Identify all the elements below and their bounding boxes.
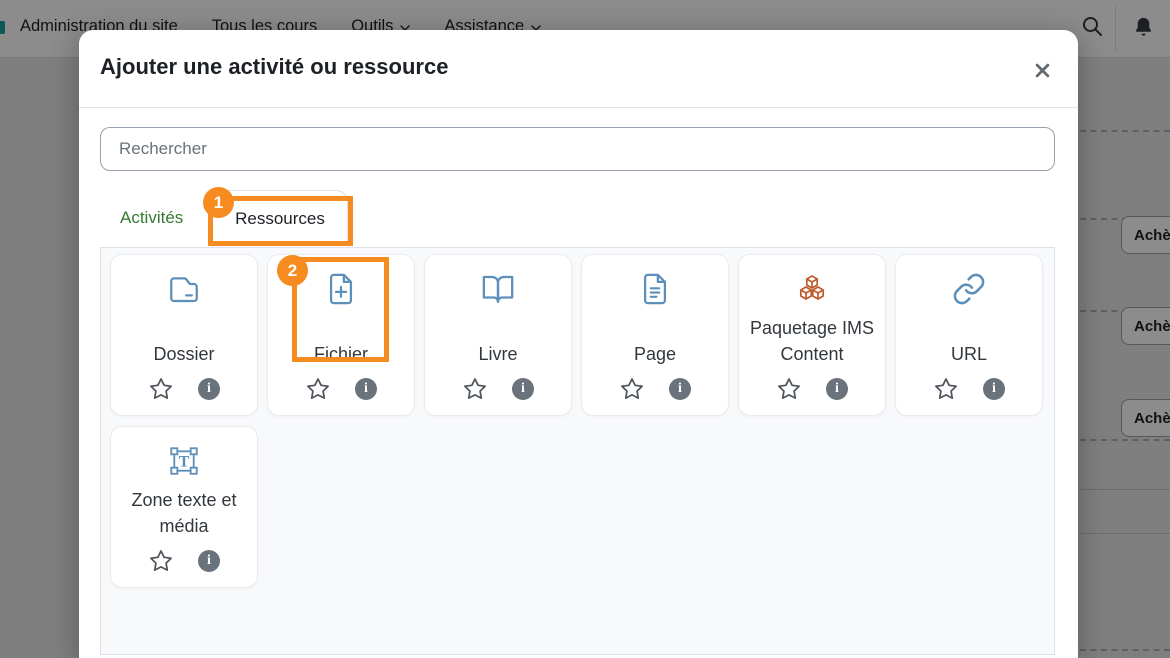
resource-card-url[interactable]: URL i — [895, 254, 1043, 416]
step1-badge: 1 — [203, 187, 234, 218]
close-icon[interactable] — [1030, 58, 1054, 82]
text-media-icon — [167, 443, 201, 479]
info-icon[interactable]: i — [198, 378, 220, 400]
resource-card-label: Fichier — [313, 344, 368, 364]
page-icon — [638, 271, 672, 307]
info-icon[interactable]: i — [669, 378, 691, 400]
modal-title: Ajouter une activité ou ressource — [100, 54, 449, 79]
cubes-icon — [795, 271, 829, 307]
tab-activites[interactable]: Activités — [120, 198, 183, 238]
folder-icon — [167, 271, 201, 307]
resource-card-page[interactable]: Page i — [581, 254, 729, 416]
info-icon[interactable]: i — [826, 378, 848, 400]
resource-card-zone-texte-et-m-dia[interactable]: Zone texte et média i — [110, 426, 258, 588]
resource-card-label: Dossier — [153, 344, 215, 364]
favorite-star-icon[interactable] — [305, 376, 331, 402]
favorite-star-icon[interactable] — [148, 548, 174, 574]
info-icon[interactable]: i — [983, 378, 1005, 400]
info-icon[interactable]: i — [512, 378, 534, 400]
resource-card-livre[interactable]: Livre i — [424, 254, 572, 416]
resource-card-label: Paquetage IMS Content — [749, 318, 875, 364]
file-plus-icon — [324, 271, 358, 307]
favorite-star-icon[interactable] — [462, 376, 488, 402]
header-divider — [79, 107, 1078, 108]
resource-card-label: URL — [950, 344, 987, 364]
favorite-star-icon[interactable] — [148, 376, 174, 402]
resource-card-label: Zone texte et média — [131, 490, 237, 536]
info-icon[interactable]: i — [355, 378, 377, 400]
search-input[interactable] — [100, 127, 1055, 171]
book-icon — [481, 271, 515, 307]
resource-card-label: Page — [633, 344, 677, 364]
resources-panel: Dossier i Fichier i Livre i Page i Paque… — [100, 247, 1055, 655]
favorite-star-icon[interactable] — [933, 376, 959, 402]
resource-card-paquetage-ims-content[interactable]: Paquetage IMS Content i — [738, 254, 886, 416]
resource-card-label: Livre — [478, 344, 518, 364]
favorite-star-icon[interactable] — [776, 376, 802, 402]
step2-badge: 2 — [277, 255, 308, 286]
resource-card-dossier[interactable]: Dossier i — [110, 254, 258, 416]
info-icon[interactable]: i — [198, 550, 220, 572]
link-icon — [952, 271, 986, 307]
activity-chooser-modal: Ajouter une activité ou ressource Activi… — [79, 30, 1078, 658]
favorite-star-icon[interactable] — [619, 376, 645, 402]
